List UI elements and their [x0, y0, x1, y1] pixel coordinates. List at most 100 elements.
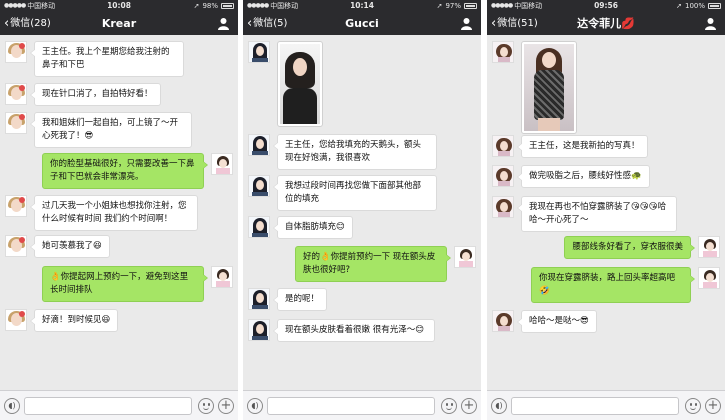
- portrait-photo: [280, 44, 320, 124]
- contact-avatar[interactable]: [248, 288, 270, 310]
- contact-avatar[interactable]: [492, 41, 514, 63]
- sent-message[interactable]: 你现在穿露脐装，路上回头率超高吧🤣: [531, 267, 695, 303]
- voice-icon[interactable]: ◖): [491, 398, 507, 414]
- message-row: 是的呢！: [248, 288, 328, 311]
- message-row: 好滴！到时候见😆: [5, 309, 119, 332]
- photo-message[interactable]: [521, 41, 577, 134]
- back-label: 微信(28): [10, 18, 51, 29]
- plus-icon[interactable]: +: [218, 398, 234, 414]
- received-message[interactable]: 好滴！到时候见😆: [29, 309, 119, 332]
- contact-avatar[interactable]: [492, 196, 514, 218]
- plus-icon[interactable]: +: [705, 398, 721, 414]
- received-message[interactable]: 是的呢！: [272, 288, 328, 311]
- message-row: 现在针口消了，自拍特好看！: [5, 83, 161, 106]
- input-bar: ◖) +: [243, 390, 481, 420]
- message-row: 王主任，这是我新拍的写真！: [492, 135, 648, 158]
- received-message[interactable]: 现在额头皮肤看着很嫩 很有光泽～😊: [273, 319, 435, 342]
- received-message[interactable]: 我和姐妹们一起自拍，可上镜了～开心死我了！😎: [30, 112, 192, 148]
- message-row: 你现在穿露脐装，路上回头率超高吧🤣: [531, 267, 720, 303]
- battery-percent: 98%: [202, 2, 218, 10]
- back-button[interactable]: ‹ 微信(5): [247, 12, 287, 35]
- message-row: 好的👌你提前预约一下 现在额头皮肤也很好吧?: [295, 246, 476, 282]
- message-row: 王主任。我上个星期您给我注射的鼻子和下巴: [5, 41, 184, 77]
- received-message[interactable]: 哈哈～是哒～😎: [517, 310, 597, 333]
- contact-profile-icon[interactable]: [217, 17, 230, 30]
- my-avatar[interactable]: [698, 267, 720, 289]
- contact-avatar[interactable]: [5, 112, 27, 134]
- message-row: 自体脂肪填充😊: [248, 216, 353, 239]
- contact-avatar[interactable]: [248, 41, 270, 63]
- message-input[interactable]: [511, 397, 679, 415]
- message-row: 👌你提起网上预约一下，避免到这里长时间排队: [42, 266, 233, 302]
- contact-avatar[interactable]: [5, 41, 27, 63]
- message-row: 腰部线条好看了，穿衣服很美: [564, 236, 720, 259]
- received-message[interactable]: 她可羡慕我了😆: [30, 235, 110, 258]
- received-message[interactable]: 做完吸脂之后，腰线好性感🐢: [517, 165, 650, 188]
- voice-icon[interactable]: ◖): [4, 398, 20, 414]
- voice-icon[interactable]: ◖): [247, 398, 263, 414]
- message-list[interactable]: 王主任，这是我新拍的写真！ 做完吸脂之后，腰线好性感🐢 我现在再也不怕穿露脐装了…: [487, 35, 725, 390]
- sent-message[interactable]: 腰部线条好看了，穿衣服很美: [564, 236, 695, 259]
- received-message[interactable]: 王主任，您给我填充的天鹅头，额头现在好饱满，我很喜欢: [273, 134, 437, 170]
- message-list[interactable]: 王主任。我上个星期您给我注射的鼻子和下巴 现在针口消了，自拍特好看！ 我和姐妹们…: [0, 35, 238, 390]
- contact-avatar[interactable]: [248, 216, 270, 238]
- sent-message[interactable]: 你的脸型基础很好，只需要改善一下鼻子和下巴就会非常漂亮。: [42, 153, 208, 189]
- message-row: [492, 41, 577, 134]
- photo-message[interactable]: [277, 41, 323, 127]
- portrait-photo: [524, 44, 574, 131]
- plus-icon[interactable]: +: [461, 398, 477, 414]
- battery-percent: 97%: [445, 2, 461, 10]
- message-input[interactable]: [267, 397, 435, 415]
- message-row: 哈哈～是哒～😎: [492, 310, 597, 333]
- emoji-icon[interactable]: [441, 398, 457, 414]
- message-list[interactable]: 王主任，您给我填充的天鹅头，额头现在好饱满，我很喜欢 我想过段时间再找您做下面部…: [243, 35, 481, 390]
- back-label: 微信(5): [253, 18, 288, 29]
- chevron-left-icon: ‹: [4, 16, 10, 31]
- my-avatar[interactable]: [698, 236, 720, 258]
- chat-screen-darling-feier: ●●●●● 中国移动 09:56 ➚ 100% ‹ 微信(51) 达令菲儿💋 王主任…: [487, 0, 725, 420]
- contact-avatar[interactable]: [492, 310, 514, 332]
- back-button[interactable]: ‹ 微信(28): [4, 12, 51, 35]
- message-row: 你的脸型基础很好，只需要改善一下鼻子和下巴就会非常漂亮。: [42, 153, 233, 189]
- sent-message[interactable]: 👌你提起网上预约一下，避免到这里长时间排队: [42, 266, 208, 302]
- chat-screen-gucci: ●●●●● 中国移动 10:14 ➚ 97% ‹ 微信(5) Gucci 王主任，您…: [243, 0, 481, 420]
- contact-profile-icon[interactable]: [704, 17, 717, 30]
- contact-avatar[interactable]: [5, 83, 27, 105]
- my-avatar[interactable]: [211, 153, 233, 175]
- status-bar: ●●●●● 中国移动 10:14 ➚ 97%: [243, 0, 481, 12]
- emoji-icon[interactable]: [198, 398, 214, 414]
- location-icon: ➚: [676, 2, 682, 10]
- chevron-left-icon: ‹: [491, 16, 497, 31]
- contact-avatar[interactable]: [248, 319, 270, 341]
- chat-title: Krear: [101, 17, 137, 30]
- back-label: 微信(51): [497, 18, 538, 29]
- my-avatar[interactable]: [211, 266, 233, 288]
- status-bar: ●●●●● 中国移动 09:56 ➚ 100%: [487, 0, 725, 12]
- message-input[interactable]: [24, 397, 192, 415]
- received-message[interactable]: 王主任，这是我新拍的写真！: [517, 135, 648, 158]
- message-row: 现在额头皮肤看着很嫩 很有光泽～😊: [248, 319, 435, 342]
- contact-profile-icon[interactable]: [460, 17, 473, 30]
- contact-avatar[interactable]: [248, 175, 270, 197]
- received-message[interactable]: 我想过段时间再找您做下面部其他部位的填充: [273, 175, 437, 211]
- contact-avatar[interactable]: [5, 195, 27, 217]
- received-message[interactable]: 自体脂肪填充😊: [273, 216, 353, 239]
- contact-avatar[interactable]: [492, 165, 514, 187]
- location-icon: ➚: [436, 2, 443, 10]
- contact-avatar[interactable]: [5, 235, 27, 257]
- received-message[interactable]: 现在针口消了，自拍特好看！: [30, 83, 161, 106]
- contact-avatar[interactable]: [5, 309, 27, 331]
- emoji-icon[interactable]: [685, 398, 701, 414]
- message-row: 她可羡慕我了😆: [5, 235, 110, 258]
- back-button[interactable]: ‹ 微信(51): [491, 12, 538, 35]
- received-message[interactable]: 过几天我一个小姐妹也想找你注射，您什么时候有时间 我们约个时间啊！: [30, 195, 198, 231]
- sent-message[interactable]: 好的👌你提前预约一下 现在额头皮肤也很好吧?: [295, 246, 451, 282]
- my-avatar[interactable]: [454, 246, 476, 268]
- received-message[interactable]: 我现在再也不怕穿露脐装了😘😘😘哈哈～开心死了～: [517, 196, 677, 232]
- message-row: [248, 41, 323, 127]
- contact-avatar[interactable]: [248, 134, 270, 156]
- chat-screen-krear: ●●●●● 中国移动 10:08 ➚ 98% ‹ 微信(28) Krear 王主任。…: [0, 0, 238, 420]
- chevron-left-icon: ‹: [247, 16, 253, 31]
- received-message[interactable]: 王主任。我上个星期您给我注射的鼻子和下巴: [30, 41, 184, 77]
- contact-avatar[interactable]: [492, 135, 514, 157]
